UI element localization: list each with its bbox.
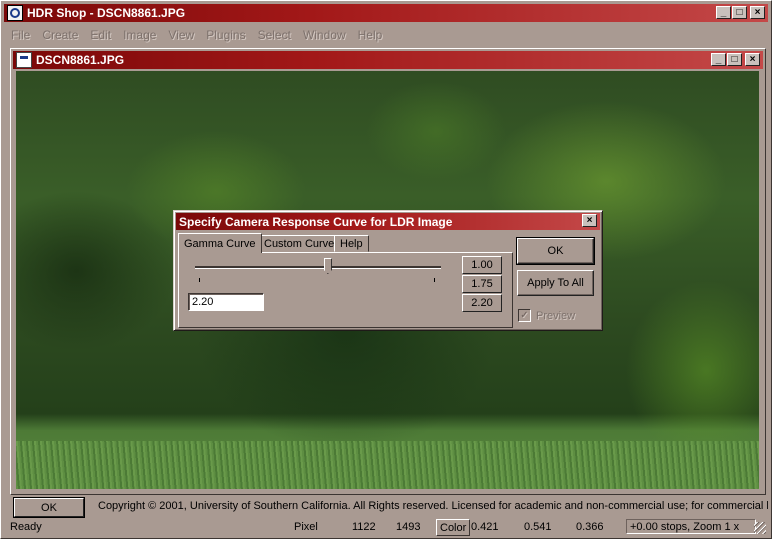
menu-edit[interactable]: Edit bbox=[84, 28, 117, 42]
tab-gamma-curve[interactable]: Gamma Curve bbox=[178, 233, 262, 253]
preview-label: Preview bbox=[536, 309, 576, 322]
menu-file[interactable]: File bbox=[5, 28, 36, 42]
menu-bar: File Create Edit Image View Plugins Sele… bbox=[5, 25, 388, 45]
menu-create[interactable]: Create bbox=[36, 28, 84, 42]
photo-grass-region bbox=[16, 441, 759, 489]
tab-custom-curve[interactable]: Custom Curve bbox=[258, 235, 341, 252]
pixel-y-value: 1493 bbox=[396, 521, 421, 533]
preset-2-20-button[interactable]: 2.20 bbox=[462, 294, 502, 312]
preset-1-75-button[interactable]: 1.75 bbox=[462, 275, 502, 293]
document-icon[interactable] bbox=[16, 52, 32, 68]
color-r-value: 0.421 bbox=[471, 521, 499, 533]
status-ok-button[interactable]: OK bbox=[13, 497, 85, 518]
image-window-title: DSCN8861.JPG bbox=[36, 53, 125, 67]
menu-window[interactable]: Window bbox=[297, 28, 352, 42]
slider-tick-max bbox=[434, 278, 435, 282]
menu-view[interactable]: View bbox=[162, 28, 200, 42]
child-close-icon[interactable]: × bbox=[745, 53, 760, 66]
slider-tick-min bbox=[199, 278, 200, 282]
resize-grip-icon[interactable] bbox=[754, 522, 766, 534]
menu-help[interactable]: Help bbox=[352, 28, 389, 42]
status-bar: Ready Pixel 1122 1493 Color 0.421 0.541 … bbox=[4, 519, 768, 536]
color-g-value: 0.541 bbox=[524, 521, 552, 533]
gamma-slider-thumb[interactable] bbox=[323, 258, 332, 274]
gamma-slider-track[interactable] bbox=[195, 266, 441, 269]
minimize-icon[interactable]: _ bbox=[716, 6, 731, 19]
pixel-label: Pixel bbox=[294, 521, 318, 533]
child-maximize-icon[interactable]: □ bbox=[727, 53, 742, 66]
menu-image[interactable]: Image bbox=[117, 28, 162, 42]
image-window-title-bar[interactable]: DSCN8861.JPG _ □ × bbox=[13, 51, 763, 69]
preset-1-00-button[interactable]: 1.00 bbox=[462, 256, 502, 274]
close-icon[interactable]: × bbox=[750, 6, 765, 19]
dialog-close-icon[interactable]: × bbox=[582, 214, 597, 227]
gamma-value-input[interactable] bbox=[188, 293, 264, 311]
gamma-tab-panel: 1.00 1.75 2.20 bbox=[178, 252, 513, 328]
menu-plugins[interactable]: Plugins bbox=[200, 28, 251, 42]
color-mode-button[interactable]: Color bbox=[436, 519, 471, 536]
camera-response-dialog: Specify Camera Response Curve for LDR Im… bbox=[173, 210, 603, 331]
app-title-bar[interactable]: HDR Shop - DSCN8861.JPG _ □ × bbox=[4, 4, 768, 22]
preview-checkbox[interactable]: ✓ Preview bbox=[518, 309, 575, 322]
status-ready: Ready bbox=[10, 521, 42, 533]
dialog-title-bar[interactable]: Specify Camera Response Curve for LDR Im… bbox=[176, 213, 600, 230]
apply-to-all-button[interactable]: Apply To All bbox=[517, 270, 594, 296]
child-minimize-icon[interactable]: _ bbox=[711, 53, 726, 66]
checkmark-icon: ✓ bbox=[518, 309, 531, 322]
maximize-icon[interactable]: □ bbox=[732, 6, 747, 19]
tab-help[interactable]: Help bbox=[334, 235, 369, 252]
dialog-ok-button[interactable]: OK bbox=[516, 237, 595, 265]
copyright-text: Copyright © 2001, University of Southern… bbox=[98, 500, 768, 512]
zoom-stops-display: +0.00 stops, Zoom 1 x bbox=[626, 519, 756, 534]
app-title: HDR Shop - DSCN8861.JPG bbox=[27, 6, 186, 20]
color-b-value: 0.366 bbox=[576, 521, 604, 533]
menu-select[interactable]: Select bbox=[252, 28, 297, 42]
pixel-x-value: 1122 bbox=[352, 521, 376, 533]
main-window: HDR Shop - DSCN8861.JPG _ □ × File Creat… bbox=[0, 0, 772, 539]
dialog-title: Specify Camera Response Curve for LDR Im… bbox=[179, 214, 453, 229]
app-icon[interactable] bbox=[7, 5, 23, 21]
